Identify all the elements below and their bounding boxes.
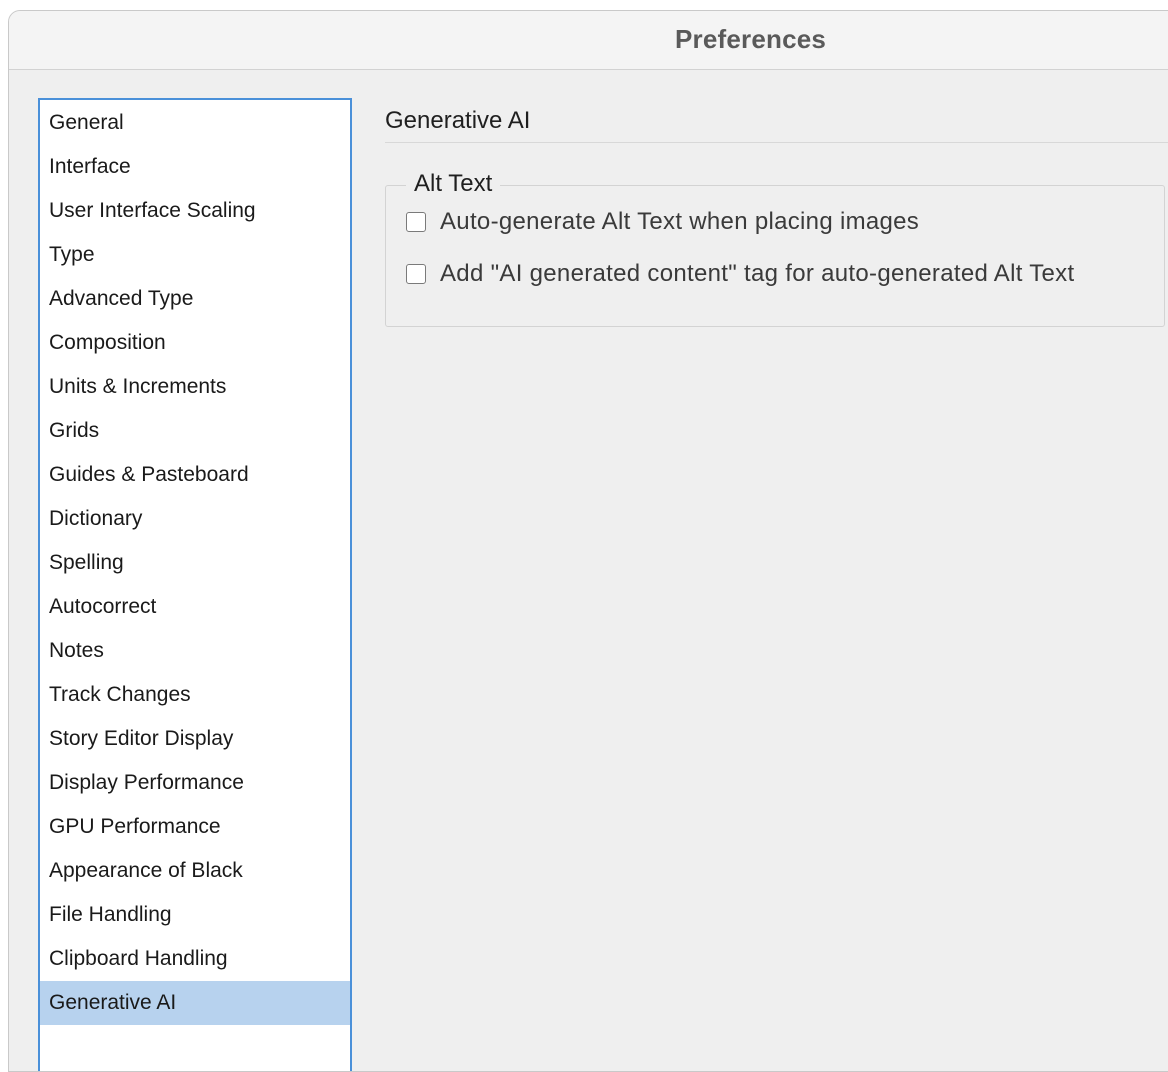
sidebar-item-general[interactable]: General (40, 101, 350, 145)
sidebar-item-track-changes[interactable]: Track Changes (40, 673, 350, 717)
sidebar-item-spelling[interactable]: Spelling (40, 541, 350, 585)
auto-generate-alt-text-label[interactable]: Auto-generate Alt Text when placing imag… (440, 208, 919, 236)
sidebar-item-interface[interactable]: Interface (40, 145, 350, 189)
sidebar-item-guides-pasteboard[interactable]: Guides & Pasteboard (40, 453, 350, 497)
window-title: Preferences (675, 24, 827, 54)
sidebar-item-composition[interactable]: Composition (40, 321, 350, 365)
section-title: Generative AI (385, 101, 1168, 143)
sidebar-item-display-performance[interactable]: Display Performance (40, 761, 350, 805)
sidebar-item-clipboard-handling[interactable]: Clipboard Handling (40, 937, 350, 981)
sidebar-item-story-editor-display[interactable]: Story Editor Display (40, 717, 350, 761)
title-bar[interactable]: Preferences (9, 11, 1168, 70)
sidebar-item-type[interactable]: Type (40, 233, 350, 277)
ai-generated-tag-checkbox[interactable] (406, 264, 426, 284)
alt-text-group-legend: Alt Text (406, 168, 501, 200)
category-list: General Interface User Interface Scaling… (40, 100, 350, 1025)
sidebar-item-file-handling[interactable]: File Handling (40, 893, 350, 937)
sidebar-item-generative-ai[interactable]: Generative AI (40, 981, 350, 1025)
preferences-category-list[interactable]: General Interface User Interface Scaling… (38, 98, 352, 1071)
sidebar-item-autocorrect[interactable]: Autocorrect (40, 585, 350, 629)
alt-text-group: Alt Text Auto-generate Alt Text when pla… (385, 168, 1165, 327)
sidebar-item-dictionary[interactable]: Dictionary (40, 497, 350, 541)
sidebar-item-appearance-of-black[interactable]: Appearance of Black (40, 849, 350, 893)
sidebar-item-gpu-performance[interactable]: GPU Performance (40, 805, 350, 849)
sidebar-item-grids[interactable]: Grids (40, 409, 350, 453)
auto-generate-alt-text-checkbox[interactable] (406, 212, 426, 232)
ai-generated-tag-label[interactable]: Add "AI generated content" tag for auto-… (440, 260, 1074, 288)
sidebar-item-notes[interactable]: Notes (40, 629, 350, 673)
auto-generate-alt-text-option[interactable]: Auto-generate Alt Text when placing imag… (406, 208, 919, 236)
sidebar-item-units-increments[interactable]: Units & Increments (40, 365, 350, 409)
sidebar-item-advanced-type[interactable]: Advanced Type (40, 277, 350, 321)
preferences-window: Preferences General Interface User Inter… (8, 10, 1168, 1072)
ai-generated-tag-option[interactable]: Add "AI generated content" tag for auto-… (406, 260, 1074, 288)
preferences-content-panel: Generative AI Alt Text Auto-generate Alt… (385, 101, 1168, 327)
sidebar-item-user-interface-scaling[interactable]: User Interface Scaling (40, 189, 350, 233)
